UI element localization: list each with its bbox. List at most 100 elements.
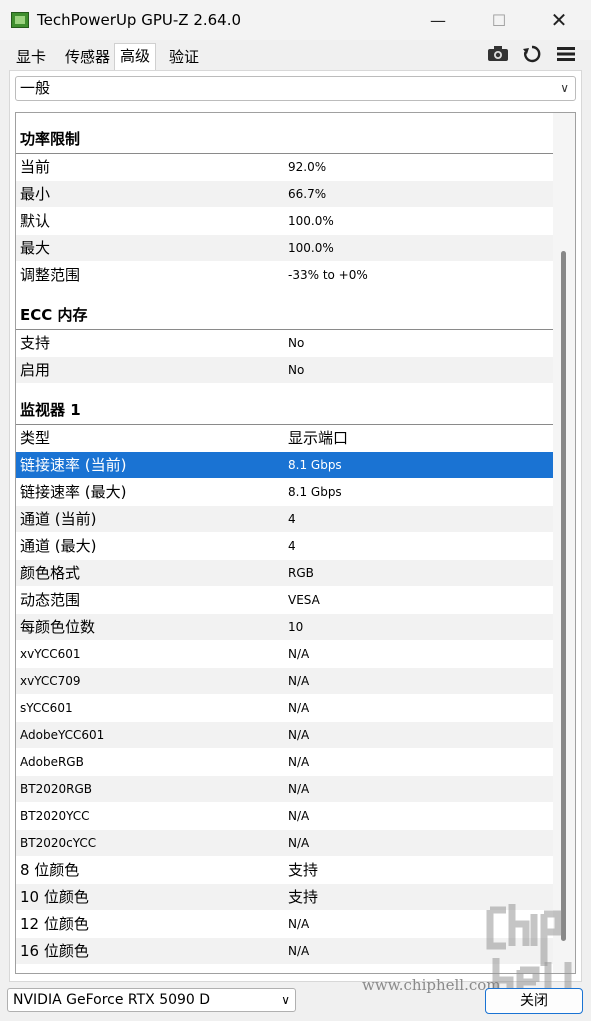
section-title: 监视器 1 <box>20 401 81 419</box>
title-bar: TechPowerUp GPU-Z 2.64.0 — ☐ ✕ <box>0 0 591 40</box>
row-value: 66.7% <box>288 187 327 201</box>
menu-icon[interactable] <box>555 45 577 63</box>
details-rows: 功率限制 当前 92.0% 最小 66.7% 默认 100.0% 最大 100.0% 调… <box>16 113 554 965</box>
row-value: N/A <box>288 917 310 931</box>
row-key: BT2020YCC <box>20 809 90 823</box>
table-row[interactable]: 默认 100.0% <box>16 208 554 235</box>
row-key: 通道 (当前) <box>20 510 97 528</box>
tab-validation[interactable]: 验证 <box>164 45 204 69</box>
category-dropdown[interactable]: 一般 ∨ <box>15 76 576 101</box>
row-key: AdobeRGB <box>20 755 84 769</box>
row-value: 92.0% <box>288 160 327 174</box>
table-row[interactable]: BT2020YCC N/A <box>16 803 554 830</box>
row-value: N/A <box>288 836 310 850</box>
table-row[interactable]: 启用 No <box>16 357 554 384</box>
table-row[interactable]: 通道 (当前) 4 <box>16 506 554 533</box>
row-key: 颜色格式 <box>20 564 81 582</box>
row-key: 8 位颜色 <box>20 861 80 879</box>
gpu-z-app-icon <box>11 12 29 28</box>
row-value: 显示端口 <box>288 429 349 447</box>
row-value: RGB <box>288 566 314 580</box>
row-key: 链接速率 (最大) <box>20 483 127 501</box>
table-row[interactable]: xvYCC601 N/A <box>16 641 554 668</box>
row-key: sYCC601 <box>20 701 73 715</box>
row-value: N/A <box>288 782 310 796</box>
table-row[interactable]: AdobeYCC601 N/A <box>16 722 554 749</box>
tab-sensors[interactable]: 传感器 <box>60 45 115 69</box>
table-row-selected[interactable]: 链接速率 (当前) 8.1 Gbps <box>16 452 554 479</box>
row-key: AdobeYCC601 <box>20 728 105 742</box>
row-value: 支持 <box>288 861 319 879</box>
row-key: 当前 <box>20 158 51 176</box>
row-value: N/A <box>288 701 310 715</box>
table-row[interactable]: 调整范围 -33% to +0% <box>16 262 554 289</box>
row-value: N/A <box>288 647 310 661</box>
close-window-button[interactable]: ✕ <box>536 0 582 40</box>
row-value: No <box>288 336 305 350</box>
table-row[interactable]: 动态范围 VESA <box>16 587 554 614</box>
row-key: 链接速率 (当前) <box>20 456 127 474</box>
table-row[interactable]: 链接速率 (最大) 8.1 Gbps <box>16 479 554 506</box>
section-header-power-limit: 功率限制 <box>16 113 554 154</box>
row-key: 最小 <box>20 185 51 203</box>
maximize-button[interactable]: ☐ <box>476 0 522 40</box>
row-key: 12 位颜色 <box>20 915 89 933</box>
row-key: 默认 <box>20 212 51 230</box>
table-row[interactable]: 颜色格式 RGB <box>16 560 554 587</box>
vertical-scrollbar[interactable] <box>553 113 575 973</box>
row-key: xvYCC709 <box>20 674 81 688</box>
table-row[interactable]: 8 位颜色 支持 <box>16 857 554 884</box>
row-value: -33% to +0% <box>288 268 368 282</box>
table-row[interactable]: AdobeRGB N/A <box>16 749 554 776</box>
section-header-monitor-1: 监视器 1 <box>16 384 554 425</box>
row-key: 每颜色位数 <box>20 618 96 636</box>
table-row[interactable]: 12 位颜色 N/A <box>16 911 554 938</box>
row-value: 4 <box>288 512 296 526</box>
row-value: N/A <box>288 809 310 823</box>
table-row[interactable]: BT2020cYCC N/A <box>16 830 554 857</box>
table-row[interactable]: 最小 66.7% <box>16 181 554 208</box>
row-value: No <box>288 363 305 377</box>
tab-graphics-card[interactable]: 显卡 <box>11 45 51 69</box>
row-value: 10 <box>288 620 304 634</box>
table-row[interactable]: 支持 No <box>16 330 554 357</box>
row-key: 最大 <box>20 239 51 257</box>
refresh-icon[interactable] <box>521 45 543 63</box>
table-row[interactable]: 最大 100.0% <box>16 235 554 262</box>
table-row[interactable]: 16 位颜色 N/A <box>16 938 554 965</box>
row-value: 8.1 Gbps <box>288 458 342 472</box>
details-list[interactable]: 功率限制 当前 92.0% 最小 66.7% 默认 100.0% 最大 100.0% 调… <box>15 112 576 974</box>
close-button[interactable]: 关闭 <box>485 988 583 1014</box>
row-value: VESA <box>288 593 320 607</box>
row-key: 10 位颜色 <box>20 888 89 906</box>
row-key: 16 位颜色 <box>20 942 89 960</box>
table-row[interactable]: sYCC601 N/A <box>16 695 554 722</box>
row-key: xvYCC601 <box>20 647 81 661</box>
row-value: 8.1 Gbps <box>288 485 342 499</box>
table-row[interactable]: 通道 (最大) 4 <box>16 533 554 560</box>
section-header-ecc-memory: ECC 内存 <box>16 289 554 330</box>
row-value: 100.0% <box>288 241 334 255</box>
minimize-button[interactable]: — <box>415 0 461 40</box>
table-row[interactable]: BT2020RGB N/A <box>16 776 554 803</box>
table-row[interactable]: xvYCC709 N/A <box>16 668 554 695</box>
gpu-select-dropdown[interactable]: NVIDIA GeForce RTX 5090 D ∨ <box>7 988 296 1012</box>
row-value: N/A <box>288 944 310 958</box>
row-value: 支持 <box>288 888 319 906</box>
chevron-down-icon: ∨ <box>281 993 290 1007</box>
section-title: ECC 内存 <box>20 306 88 324</box>
table-row[interactable]: 10 位颜色 支持 <box>16 884 554 911</box>
watermark-url: www.chiphell.com <box>362 976 501 994</box>
row-key: 启用 <box>20 361 51 379</box>
tab-advanced[interactable]: 高级 <box>114 43 157 70</box>
row-key: BT2020RGB <box>20 782 92 796</box>
table-row[interactable]: 每颜色位数 10 <box>16 614 554 641</box>
camera-icon[interactable] <box>487 45 509 63</box>
scrollbar-thumb[interactable] <box>561 251 566 941</box>
row-key: BT2020cYCC <box>20 836 97 850</box>
row-key: 动态范围 <box>20 591 81 609</box>
table-row[interactable]: 当前 92.0% <box>16 154 554 181</box>
row-key: 支持 <box>20 334 51 352</box>
table-row[interactable]: 类型 显示端口 <box>16 425 554 452</box>
row-key: 通道 (最大) <box>20 537 97 555</box>
